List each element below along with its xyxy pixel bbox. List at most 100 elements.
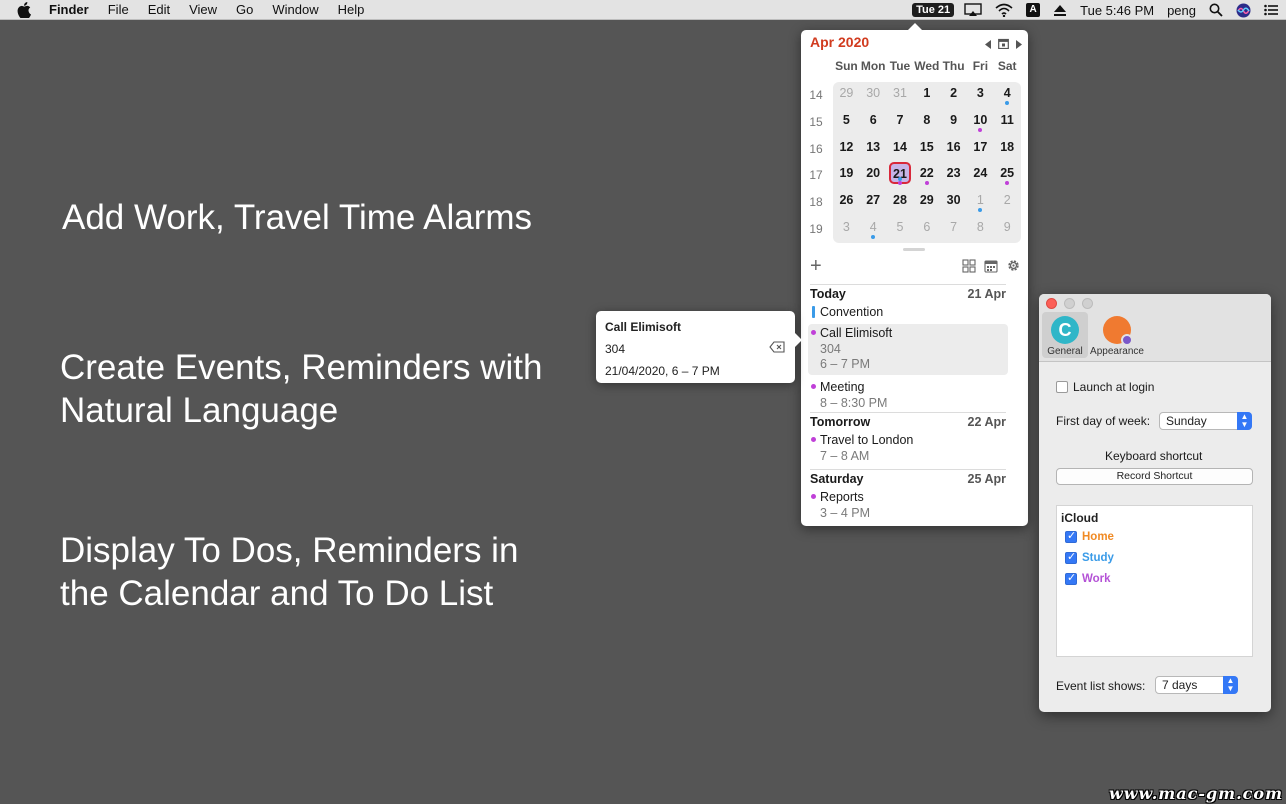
day-cell[interactable]: 31 <box>887 82 914 109</box>
calendar-checkbox[interactable] <box>1065 529 1077 543</box>
next-month-icon[interactable] <box>1015 36 1022 54</box>
menu-file[interactable]: File <box>108 2 129 17</box>
day-cell[interactable]: 2 <box>994 189 1021 216</box>
zoom-window-button[interactable] <box>1082 298 1093 309</box>
calendar-row-study[interactable]: Study <box>1065 550 1114 564</box>
day-cell[interactable]: 10 <box>967 109 994 136</box>
delete-event-icon[interactable] <box>769 341 785 356</box>
day-cell[interactable]: 25 <box>994 162 1021 189</box>
tab-label: Appearance <box>1090 346 1144 357</box>
day-cell[interactable]: 15 <box>913 136 940 163</box>
calendar-row-work[interactable]: Work <box>1065 571 1111 585</box>
apple-menu-icon[interactable] <box>17 1 33 18</box>
day-number: 4 <box>869 219 877 234</box>
day-cell[interactable]: 13 <box>860 136 887 163</box>
notification-center-icon[interactable] <box>1264 4 1278 16</box>
today-calendar-icon[interactable] <box>998 36 1009 54</box>
day-cell[interactable]: 9 <box>994 216 1021 243</box>
day-cell[interactable]: 6 <box>860 109 887 136</box>
calendar-menu-extra[interactable]: Tue 21 <box>912 3 955 17</box>
event-dots <box>897 177 902 186</box>
day-cell[interactable]: 3 <box>967 82 994 109</box>
open-calendar-icon[interactable] <box>984 259 998 278</box>
today-cell[interactable]: 21 <box>887 162 914 189</box>
menu-app-name[interactable]: Finder <box>49 2 89 17</box>
day-cell[interactable]: 14 <box>887 136 914 163</box>
event-list-select[interactable]: 7 days ▲ ▼ <box>1155 676 1238 694</box>
day-cell[interactable]: 22 <box>913 162 940 189</box>
eject-icon[interactable] <box>1053 3 1067 17</box>
tab-appearance[interactable]: Appearance <box>1090 312 1144 358</box>
event-item-selected[interactable]: Call Elimisoft 304 6 – 7 PM <box>808 324 1008 375</box>
day-cell[interactable]: 4 <box>994 82 1021 109</box>
event-item[interactable]: Meeting 8 – 8:30 PM <box>810 379 1006 411</box>
menu-help[interactable]: Help <box>338 2 365 17</box>
day-cell[interactable]: 5 <box>887 216 914 243</box>
event-item[interactable]: Convention <box>810 304 1006 321</box>
day-cell[interactable]: 12 <box>833 136 860 163</box>
day-cell[interactable]: 19 <box>833 162 860 189</box>
calendar-name: Home <box>1082 531 1114 544</box>
day-cell[interactable]: 29 <box>833 82 860 109</box>
day-cell[interactable]: 27 <box>860 189 887 216</box>
close-window-button[interactable] <box>1046 298 1057 309</box>
day-cell[interactable]: 20 <box>860 162 887 189</box>
user-menu[interactable]: peng <box>1167 3 1196 18</box>
calendar-checkbox[interactable] <box>1065 550 1077 564</box>
menu-go[interactable]: Go <box>236 2 253 17</box>
day-cell[interactable]: 24 <box>967 162 994 189</box>
add-event-icon[interactable]: + <box>810 256 822 276</box>
week-number: 14 <box>809 88 823 102</box>
day-cell[interactable]: 2 <box>940 82 967 109</box>
menu-edit[interactable]: Edit <box>148 2 170 17</box>
tab-general[interactable]: C General <box>1042 312 1088 358</box>
calendar-checkbox[interactable] <box>1065 571 1077 585</box>
day-cell[interactable]: 8 <box>913 109 940 136</box>
first-day-select[interactable]: Sunday ▲ ▼ <box>1159 412 1252 430</box>
input-source-icon[interactable]: A <box>1026 3 1041 17</box>
day-cell[interactable]: 3 <box>833 216 860 243</box>
minimize-window-button[interactable] <box>1064 298 1075 309</box>
clock[interactable]: Tue 5:46 PM <box>1080 3 1154 18</box>
day-cell[interactable]: 30 <box>860 82 887 109</box>
day-cell[interactable]: 6 <box>913 216 940 243</box>
day-cell[interactable]: 17 <box>967 136 994 163</box>
menu-view[interactable]: View <box>189 2 217 17</box>
day-cell[interactable]: 30 <box>940 189 967 216</box>
event-title: Call Elimisoft <box>820 326 893 340</box>
day-cell[interactable]: 1 <box>913 82 940 109</box>
day-cell[interactable]: 26 <box>833 189 860 216</box>
menu-window[interactable]: Window <box>272 2 318 17</box>
day-cell[interactable]: 28 <box>887 189 914 216</box>
day-cell[interactable]: 7 <box>940 216 967 243</box>
day-number: 1 <box>923 86 931 100</box>
resize-handle[interactable] <box>903 248 925 251</box>
month-title[interactable]: Apr 2020 <box>810 34 869 50</box>
spotlight-search-icon[interactable] <box>1209 3 1223 17</box>
day-cell[interactable]: 8 <box>967 216 994 243</box>
day-cell[interactable]: 5 <box>833 109 860 136</box>
prev-month-icon[interactable] <box>985 36 992 54</box>
wifi-icon[interactable] <box>995 3 1013 17</box>
event-item[interactable]: Travel to London 7 – 8 AM <box>810 432 1006 464</box>
day-cell[interactable]: 1 <box>967 189 994 216</box>
grid-view-icon[interactable] <box>962 258 976 278</box>
day-cell[interactable]: 18 <box>994 136 1021 163</box>
airplay-icon[interactable] <box>964 3 982 17</box>
day-cell[interactable]: 11 <box>994 109 1021 136</box>
settings-gear-icon[interactable] <box>1006 258 1021 278</box>
day-cell[interactable]: 16 <box>940 136 967 163</box>
calendar-row-home[interactable]: Home <box>1065 529 1114 544</box>
event-item[interactable]: Reports 3 – 4 PM <box>810 489 1006 521</box>
detail-location: 304 <box>605 342 626 356</box>
launch-at-login-checkbox[interactable] <box>1056 381 1068 393</box>
day-cell[interactable]: 4 <box>860 216 887 243</box>
day-number: 26 <box>839 193 854 208</box>
day-cell[interactable]: 29 <box>913 189 940 216</box>
tab-label: General <box>1047 346 1083 357</box>
siri-icon[interactable] <box>1236 3 1251 18</box>
day-cell[interactable]: 23 <box>940 162 967 189</box>
day-cell[interactable]: 7 <box>887 109 914 136</box>
day-cell[interactable]: 9 <box>940 109 967 136</box>
record-shortcut-button[interactable]: Record Shortcut <box>1056 468 1253 485</box>
